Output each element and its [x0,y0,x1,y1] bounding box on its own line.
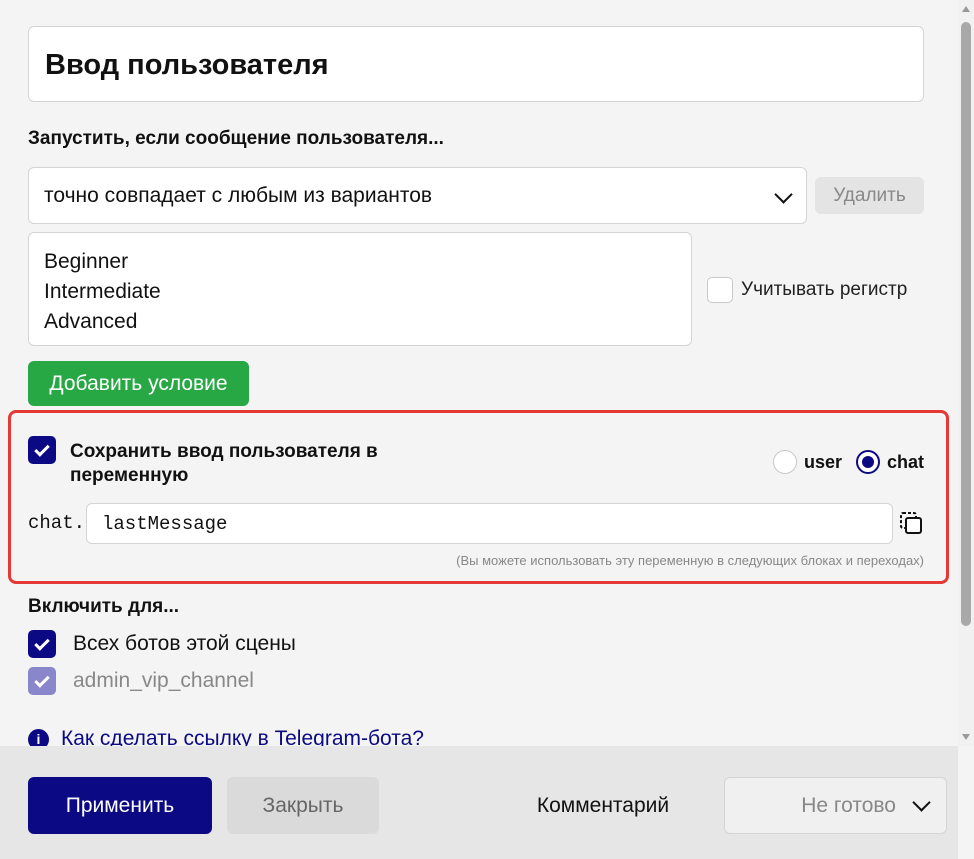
scrollbar-thumb[interactable] [961,22,971,626]
scope-radio-group: user chat [759,450,924,474]
radio-user-label: user [803,451,842,472]
trigger-label: Запустить, если сообщение пользователя..… [28,128,444,149]
radio-selected-dot [861,456,874,468]
case-sensitive-checkbox[interactable] [707,277,733,303]
enable-channel-checkbox [28,667,56,695]
save-input-label: Сохранить ввод пользователя в переменную [70,441,378,486]
variable-prefix: chat. [28,512,86,534]
variable-hint: (Вы можете использовать эту переменную в… [456,553,924,568]
scroll-down-icon[interactable] [962,734,970,740]
radio-user[interactable]: user [772,450,842,474]
case-sensitive-option[interactable]: Учитывать регистр [707,277,907,303]
radio-chat-button[interactable] [855,450,880,474]
match-mode-select[interactable]: точно совпадает с любым из вариантов [28,167,807,224]
enable-for-label: Включить для... [28,596,180,617]
match-mode-value: точно совпадает с любым из вариантов [44,184,433,207]
enable-option-channel: admin_vip_channel [28,667,254,695]
radio-user-button[interactable] [772,450,797,474]
enable-all-bots-label: Всех ботов этой сцены [73,632,296,655]
check-icon [34,634,50,651]
variable-name-input[interactable]: lastMessage [86,503,893,544]
check-icon [34,440,50,457]
check-icon [34,671,50,688]
variant-line: Intermediate [44,280,161,303]
scrollbar[interactable] [958,0,974,746]
copy-icon[interactable] [899,511,923,535]
enable-all-bots-checkbox[interactable] [28,630,56,658]
scroll-up-icon[interactable] [962,6,970,12]
status-value: Не готово [801,794,896,817]
radio-chat-label: chat [886,451,924,472]
enable-option-all-bots[interactable]: Всех ботов этой сцены [28,630,296,658]
add-condition-button[interactable]: Добавить условие [28,361,249,406]
chevron-down-icon [912,793,931,812]
status-select[interactable]: Не готово [724,777,947,834]
delete-condition-button[interactable]: Удалить [815,177,924,214]
radio-chat[interactable]: chat [855,450,924,474]
enable-channel-label: admin_vip_channel [73,669,254,692]
save-input-checkbox[interactable] [28,436,56,464]
apply-button[interactable]: Применить [28,777,212,834]
variants-textarea[interactable]: Beginner Intermediate Advanced [28,232,692,346]
variant-line: Advanced [44,310,138,333]
block-title[interactable]: Ввод пользователя [28,26,924,102]
variant-line: Beginner [44,250,129,273]
close-button[interactable]: Закрыть [227,777,379,834]
chevron-down-icon [774,185,793,204]
case-sensitive-label: Учитывать регистр [741,279,908,300]
comment-button[interactable]: Комментарий [513,777,693,834]
